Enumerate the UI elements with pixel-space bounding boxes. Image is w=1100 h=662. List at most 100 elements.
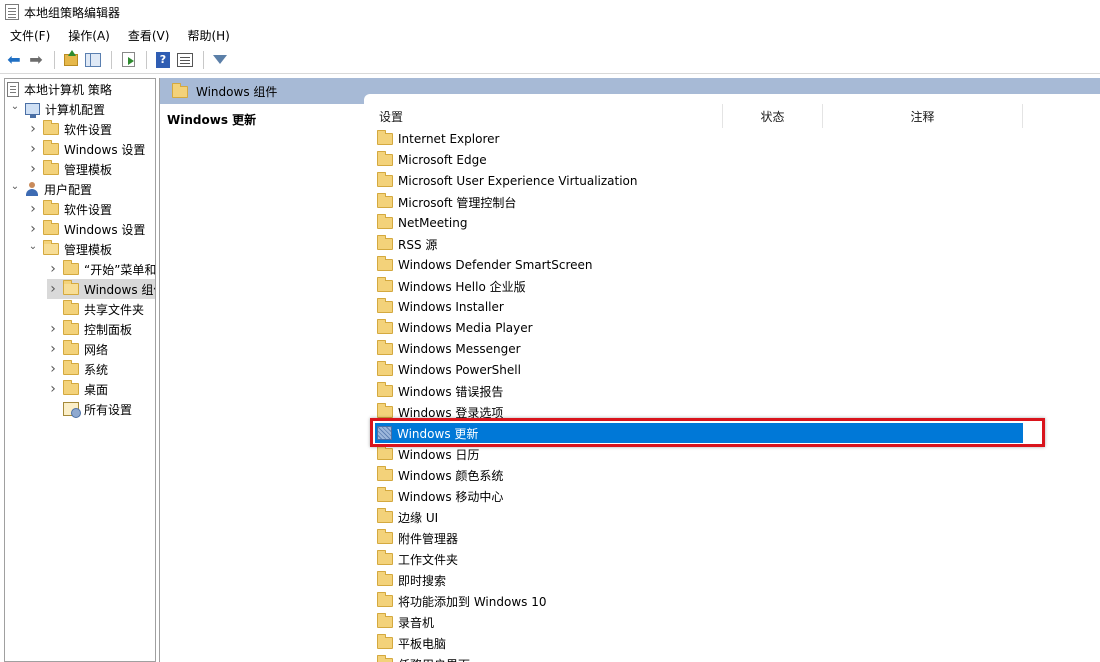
- tree-item[interactable]: › 网络: [47, 339, 155, 359]
- settings-list-item[interactable]: Internet Explorer: [375, 129, 1023, 149]
- settings-list-item[interactable]: Windows Media Player: [375, 318, 1023, 338]
- menu-view[interactable]: 查看(V): [118, 27, 178, 44]
- tree-item[interactable]: › Windows 设置: [27, 139, 155, 159]
- settings-list-item-label: Windows Media Player: [398, 321, 533, 335]
- settings-list-item-label: RSS 源: [398, 237, 438, 252]
- settings-list-item[interactable]: 平板电脑: [375, 633, 1023, 653]
- properties-button[interactable]: [175, 50, 195, 70]
- folder-icon: [377, 193, 393, 208]
- settings-list-item-label: Windows 登录选项: [398, 405, 504, 420]
- tree-item-label: 所有设置: [84, 402, 133, 417]
- tree-item[interactable]: ⌄ 管理模板: [27, 236, 155, 259]
- tree-item[interactable]: 共享文件夹: [47, 299, 155, 319]
- folder-icon: [63, 380, 79, 395]
- tree-item-label: 软件设置: [64, 122, 113, 137]
- chevron-right-icon[interactable]: ›: [47, 319, 59, 339]
- list-column-headers: 设置 状态 注释: [365, 104, 1100, 128]
- column-header-setting[interactable]: 设置: [365, 104, 723, 128]
- toolbar-separator: [203, 50, 204, 69]
- details-header-title: Windows 组件: [196, 85, 278, 99]
- tree-item[interactable]: › Windows 设置: [27, 219, 155, 239]
- settings-list-item[interactable]: 将功能添加到 Windows 10: [375, 591, 1023, 611]
- folder-icon: [377, 571, 393, 586]
- forward-button[interactable]: ➡: [26, 50, 46, 70]
- settings-list-item[interactable]: Windows Defender SmartScreen: [375, 255, 1023, 275]
- chevron-right-icon[interactable]: ›: [27, 119, 39, 139]
- settings-list-item-label: 工作文件夹: [398, 552, 459, 567]
- tree-item[interactable]: › 桌面: [47, 379, 155, 399]
- folder-icon: [377, 466, 393, 481]
- export-list-button[interactable]: [118, 50, 138, 70]
- tree-item[interactable]: 所有设置: [47, 399, 155, 419]
- chevron-right-icon[interactable]: ›: [27, 159, 39, 179]
- settings-list-item[interactable]: 任務用户界面: [375, 654, 1023, 662]
- chevron-right-icon[interactable]: ›: [47, 259, 59, 279]
- tree-item[interactable]: › 软件设置: [27, 199, 155, 219]
- settings-list-item[interactable]: NetMeeting: [375, 213, 1023, 233]
- folder-icon: [377, 151, 393, 166]
- settings-list-item[interactable]: 工作文件夹: [375, 549, 1023, 569]
- tree-item[interactable]: › 系统: [47, 359, 155, 379]
- tree-item[interactable]: › Windows 组件: [47, 279, 155, 299]
- chevron-right-icon[interactable]: ›: [47, 279, 59, 299]
- settings-list-item-label: 录音机: [398, 615, 435, 630]
- settings-list-item[interactable]: Windows PowerShell: [375, 360, 1023, 380]
- folder-icon: [63, 260, 79, 275]
- policy-document-icon: [7, 81, 19, 97]
- tree-item[interactable]: › 管理模板: [27, 159, 155, 179]
- settings-list-item[interactable]: Windows Installer: [375, 297, 1023, 317]
- title-bar: 本地组策略编辑器: [0, 0, 1100, 24]
- chevron-down-icon[interactable]: ⌄: [9, 96, 21, 116]
- settings-list-item[interactable]: RSS 源: [375, 234, 1023, 254]
- settings-list-item-label: Windows 更新: [397, 426, 479, 441]
- settings-list-item[interactable]: Microsoft Edge: [375, 150, 1023, 170]
- folder-icon: [377, 298, 393, 313]
- settings-list-item[interactable]: Windows Hello 企业版: [375, 276, 1023, 296]
- help-button[interactable]: ?: [153, 50, 173, 70]
- settings-list-item-label: 边缘 UI: [398, 510, 439, 525]
- settings-list-item[interactable]: Windows 更新: [375, 423, 1023, 443]
- console-tree[interactable]: 本地计算机 策略 ⌄ 计算机配置 › 软件设置 › Windows 设置 › 管理模板 ⌄ 用户配置…: [4, 78, 156, 662]
- menu-file[interactable]: 文件(F): [0, 27, 58, 44]
- tree-item[interactable]: › “开始”菜单和: [47, 259, 155, 279]
- chevron-right-icon[interactable]: ›: [47, 359, 59, 379]
- settings-list-item[interactable]: Windows 登录选项: [375, 402, 1023, 422]
- show-hide-tree-button[interactable]: [83, 50, 103, 70]
- chevron-right-icon[interactable]: ›: [27, 199, 39, 219]
- folder-icon: [377, 613, 393, 628]
- tree-item[interactable]: › 控制面板: [47, 319, 155, 339]
- chevron-right-icon[interactable]: ›: [47, 339, 59, 359]
- tree-item[interactable]: ⌄ 用户配置: [9, 176, 155, 199]
- settings-list-item[interactable]: Windows 移动中心: [375, 486, 1023, 506]
- tree-item[interactable]: ⌄ 计算机配置: [9, 96, 155, 119]
- filter-button[interactable]: [210, 50, 230, 70]
- chevron-right-icon[interactable]: ›: [27, 139, 39, 159]
- export-list-icon: [121, 52, 135, 67]
- settings-list-item[interactable]: 附件管理器: [375, 528, 1023, 548]
- settings-list-item[interactable]: Microsoft User Experience Virtualization: [375, 171, 1023, 191]
- chevron-down-icon[interactable]: ⌄: [27, 236, 39, 256]
- tree-item[interactable]: › 软件设置: [27, 119, 155, 139]
- column-header-comment[interactable]: 注释: [823, 104, 1023, 128]
- chevron-down-icon[interactable]: ⌄: [9, 176, 21, 196]
- back-button[interactable]: ⬅: [4, 50, 24, 70]
- settings-list-item[interactable]: 边缘 UI: [375, 507, 1023, 527]
- folder-icon: [377, 172, 393, 187]
- tree-item[interactable]: 本地计算机 策略: [7, 79, 155, 99]
- tree-item-label: 控制面板: [84, 322, 133, 337]
- settings-list-item[interactable]: Windows 颜色系统: [375, 465, 1023, 485]
- settings-list-item[interactable]: 即时搜索: [375, 570, 1023, 590]
- tree-item-label: Windows 设置: [64, 142, 146, 157]
- chevron-right-icon[interactable]: ›: [47, 379, 59, 399]
- settings-list-item[interactable]: Windows 错误报告: [375, 381, 1023, 401]
- settings-list-item[interactable]: Windows Messenger: [375, 339, 1023, 359]
- column-header-state[interactable]: 状态: [723, 104, 823, 128]
- folder-open-icon: [43, 240, 59, 255]
- settings-list-item[interactable]: Windows 日历: [375, 444, 1023, 464]
- menu-action[interactable]: 操作(A): [58, 27, 118, 44]
- menu-help[interactable]: 帮助(H): [177, 27, 237, 44]
- folder-icon: [377, 529, 393, 544]
- settings-list-item[interactable]: Microsoft 管理控制台: [375, 192, 1023, 212]
- up-one-level-button[interactable]: [61, 49, 81, 70]
- settings-list-item[interactable]: 录音机: [375, 612, 1023, 632]
